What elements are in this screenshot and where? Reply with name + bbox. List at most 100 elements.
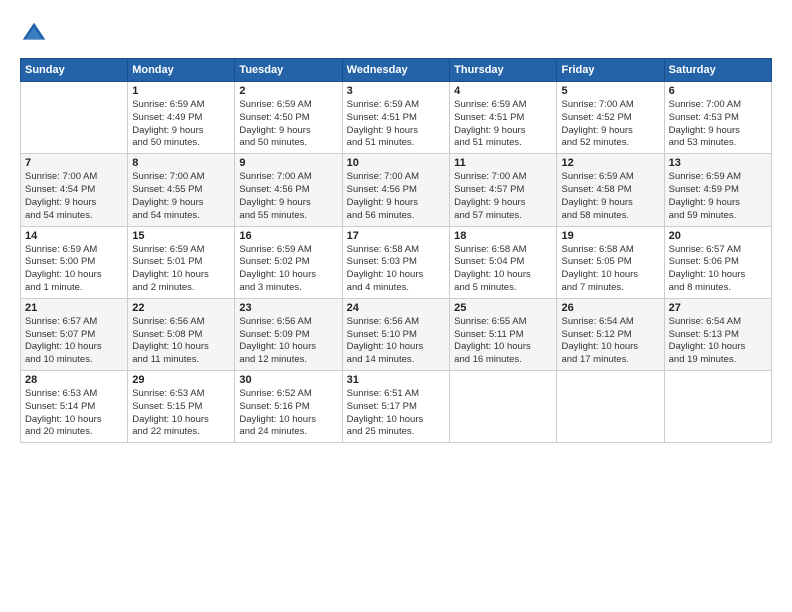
day-number: 24 xyxy=(347,302,445,314)
calendar-cell xyxy=(450,371,557,443)
calendar-cell: 15Sunrise: 6:59 AM Sunset: 5:01 PM Dayli… xyxy=(128,226,235,298)
day-number: 14 xyxy=(25,230,123,242)
day-info: Sunrise: 6:56 AM Sunset: 5:10 PM Dayligh… xyxy=(347,316,445,367)
calendar-cell xyxy=(664,371,771,443)
calendar-cell: 19 Sunrise: 6:58 AM Sunset: 5:05 PM Dayli… xyxy=(557,226,664,298)
calendar-cell: 28 Sunrise: 6:53 AM Sunset: 5:14 PM Dayli… xyxy=(21,371,128,443)
calendar-cell xyxy=(557,371,664,443)
day-number: 17 xyxy=(347,230,445,242)
day-number: 11 xyxy=(454,157,552,169)
day-number: 18 xyxy=(454,230,552,242)
day-info: Sunrise: 6:55 AM Sunset: 5:11 PM Dayligh… xyxy=(454,316,552,367)
day-header-wednesday: Wednesday xyxy=(342,59,449,82)
day-info: Sunrise: 6:59 AM Sunset: 4:58 PM Dayligh… xyxy=(561,171,659,222)
calendar-cell: 22 Sunrise: 6:56 AM Sunset: 5:08 PM Dayli… xyxy=(128,298,235,370)
calendar-table: SundayMondayTuesdayWednesdayThursdayFrid… xyxy=(20,58,772,443)
day-info: Sunrise: 6:57 AM Sunset: 5:07 PM Dayligh… xyxy=(25,316,123,367)
day-number: 1 xyxy=(132,85,230,97)
calendar-cell: 16 Sunrise: 6:59 AM Sunset: 5:02 PM Dayli… xyxy=(235,226,342,298)
header xyxy=(20,20,772,48)
day-info: Sunrise: 6:56 AM Sunset: 5:08 PM Dayligh… xyxy=(132,316,230,367)
calendar-week-2: 7 Sunrise: 7:00 AM Sunset: 4:54 PM Daylig… xyxy=(21,154,772,226)
day-number: 21 xyxy=(25,302,123,314)
calendar-week-3: 14 Sunrise: 6:59 AM Sunset: 5:00 PM Dayli… xyxy=(21,226,772,298)
calendar-week-1: 1 Sunrise: 6:59 AM Sunset: 4:49 PM Daylig… xyxy=(21,82,772,154)
day-number: 6 xyxy=(669,85,767,97)
day-number: 30 xyxy=(239,374,337,386)
calendar-cell: 3 Sunrise: 6:59 AM Sunset: 4:51 PM Daylig… xyxy=(342,82,449,154)
calendar-week-4: 21 Sunrise: 6:57 AM Sunset: 5:07 PM Dayli… xyxy=(21,298,772,370)
day-number: 16 xyxy=(239,230,337,242)
day-info: Sunrise: 7:00 AM Sunset: 4:52 PM Dayligh… xyxy=(561,99,659,150)
page: SundayMondayTuesdayWednesdayThursdayFrid… xyxy=(0,0,792,612)
logo xyxy=(20,20,50,48)
day-info: Sunrise: 6:59 AM Sunset: 4:59 PM Dayligh… xyxy=(669,171,767,222)
calendar-cell: 7 Sunrise: 7:00 AM Sunset: 4:54 PM Daylig… xyxy=(21,154,128,226)
day-number: 12 xyxy=(561,157,659,169)
calendar-cell xyxy=(21,82,128,154)
calendar-cell: 26Sunrise: 6:54 AM Sunset: 5:12 PM Dayli… xyxy=(557,298,664,370)
day-info: Sunrise: 6:53 AM Sunset: 5:15 PM Dayligh… xyxy=(132,388,230,439)
day-number: 23 xyxy=(239,302,337,314)
day-info: Sunrise: 7:00 AM Sunset: 4:54 PM Dayligh… xyxy=(25,171,123,222)
day-info: Sunrise: 7:00 AM Sunset: 4:56 PM Dayligh… xyxy=(239,171,337,222)
day-header-sunday: Sunday xyxy=(21,59,128,82)
calendar-cell: 9Sunrise: 7:00 AM Sunset: 4:56 PM Daylig… xyxy=(235,154,342,226)
day-number: 25 xyxy=(454,302,552,314)
calendar-cell: 13Sunrise: 6:59 AM Sunset: 4:59 PM Dayli… xyxy=(664,154,771,226)
day-info: Sunrise: 6:59 AM Sunset: 5:00 PM Dayligh… xyxy=(25,244,123,295)
day-info: Sunrise: 6:51 AM Sunset: 5:17 PM Dayligh… xyxy=(347,388,445,439)
day-info: Sunrise: 6:58 AM Sunset: 5:03 PM Dayligh… xyxy=(347,244,445,295)
day-number: 26 xyxy=(561,302,659,314)
day-info: Sunrise: 6:59 AM Sunset: 5:01 PM Dayligh… xyxy=(132,244,230,295)
calendar-cell: 18 Sunrise: 6:58 AM Sunset: 5:04 PM Dayli… xyxy=(450,226,557,298)
day-info: Sunrise: 6:56 AM Sunset: 5:09 PM Dayligh… xyxy=(239,316,337,367)
day-info: Sunrise: 6:57 AM Sunset: 5:06 PM Dayligh… xyxy=(669,244,767,295)
calendar-cell: 31 Sunrise: 6:51 AM Sunset: 5:17 PM Dayli… xyxy=(342,371,449,443)
day-number: 7 xyxy=(25,157,123,169)
day-number: 5 xyxy=(561,85,659,97)
calendar-cell: 20Sunrise: 6:57 AM Sunset: 5:06 PM Dayli… xyxy=(664,226,771,298)
day-info: Sunrise: 6:52 AM Sunset: 5:16 PM Dayligh… xyxy=(239,388,337,439)
day-number: 28 xyxy=(25,374,123,386)
day-info: Sunrise: 6:53 AM Sunset: 5:14 PM Dayligh… xyxy=(25,388,123,439)
day-header-monday: Monday xyxy=(128,59,235,82)
day-number: 22 xyxy=(132,302,230,314)
day-info: Sunrise: 6:58 AM Sunset: 5:05 PM Dayligh… xyxy=(561,244,659,295)
day-number: 19 xyxy=(561,230,659,242)
day-info: Sunrise: 6:59 AM Sunset: 4:49 PM Dayligh… xyxy=(132,99,230,150)
day-header-tuesday: Tuesday xyxy=(235,59,342,82)
calendar-cell: 14 Sunrise: 6:59 AM Sunset: 5:00 PM Dayli… xyxy=(21,226,128,298)
day-info: Sunrise: 6:59 AM Sunset: 4:51 PM Dayligh… xyxy=(347,99,445,150)
calendar-cell: 17 Sunrise: 6:58 AM Sunset: 5:03 PM Dayli… xyxy=(342,226,449,298)
day-header-thursday: Thursday xyxy=(450,59,557,82)
day-number: 27 xyxy=(669,302,767,314)
day-info: Sunrise: 6:59 AM Sunset: 4:50 PM Dayligh… xyxy=(239,99,337,150)
day-number: 2 xyxy=(239,85,337,97)
calendar-cell: 1 Sunrise: 6:59 AM Sunset: 4:49 PM Daylig… xyxy=(128,82,235,154)
calendar-cell: 8Sunrise: 7:00 AM Sunset: 4:55 PM Daylig… xyxy=(128,154,235,226)
calendar-cell: 27Sunrise: 6:54 AM Sunset: 5:13 PM Dayli… xyxy=(664,298,771,370)
calendar-cell: 30 Sunrise: 6:52 AM Sunset: 5:16 PM Dayli… xyxy=(235,371,342,443)
day-info: Sunrise: 6:58 AM Sunset: 5:04 PM Dayligh… xyxy=(454,244,552,295)
day-info: Sunrise: 7:00 AM Sunset: 4:56 PM Dayligh… xyxy=(347,171,445,222)
calendar-header-row: SundayMondayTuesdayWednesdayThursdayFrid… xyxy=(21,59,772,82)
calendar-cell: 10 Sunrise: 7:00 AM Sunset: 4:56 PM Dayli… xyxy=(342,154,449,226)
calendar-cell: 6 Sunrise: 7:00 AM Sunset: 4:53 PM Daylig… xyxy=(664,82,771,154)
calendar-cell: 12 Sunrise: 6:59 AM Sunset: 4:58 PM Dayli… xyxy=(557,154,664,226)
day-number: 10 xyxy=(347,157,445,169)
calendar-cell: 23 Sunrise: 6:56 AM Sunset: 5:09 PM Dayli… xyxy=(235,298,342,370)
day-number: 3 xyxy=(347,85,445,97)
calendar-cell: 25 Sunrise: 6:55 AM Sunset: 5:11 PM Dayli… xyxy=(450,298,557,370)
day-info: Sunrise: 7:00 AM Sunset: 4:55 PM Dayligh… xyxy=(132,171,230,222)
day-info: Sunrise: 6:59 AM Sunset: 5:02 PM Dayligh… xyxy=(239,244,337,295)
day-header-friday: Friday xyxy=(557,59,664,82)
day-number: 29 xyxy=(132,374,230,386)
day-info: Sunrise: 7:00 AM Sunset: 4:53 PM Dayligh… xyxy=(669,99,767,150)
calendar-cell: 4Sunrise: 6:59 AM Sunset: 4:51 PM Daylig… xyxy=(450,82,557,154)
calendar-week-5: 28 Sunrise: 6:53 AM Sunset: 5:14 PM Dayli… xyxy=(21,371,772,443)
day-number: 31 xyxy=(347,374,445,386)
logo-icon xyxy=(20,20,48,48)
calendar-cell: 2 Sunrise: 6:59 AM Sunset: 4:50 PM Daylig… xyxy=(235,82,342,154)
calendar-cell: 29 Sunrise: 6:53 AM Sunset: 5:15 PM Dayli… xyxy=(128,371,235,443)
